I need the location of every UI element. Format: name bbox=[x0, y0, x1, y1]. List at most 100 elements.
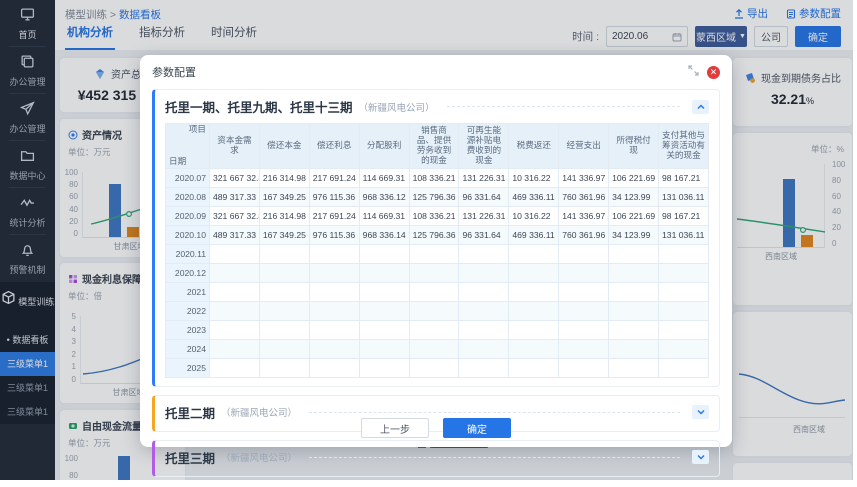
value-cell[interactable]: 125 796.36 bbox=[408, 186, 460, 207]
value-cell[interactable] bbox=[458, 357, 510, 378]
value-cell[interactable]: 217 691.24 bbox=[308, 205, 360, 226]
value-cell[interactable] bbox=[658, 319, 709, 340]
value-cell[interactable] bbox=[408, 300, 460, 321]
value-cell[interactable] bbox=[209, 243, 260, 264]
value-cell[interactable]: 125 796.36 bbox=[408, 224, 460, 245]
value-cell[interactable] bbox=[408, 281, 460, 302]
value-cell[interactable] bbox=[408, 357, 460, 378]
value-cell[interactable]: 141 336.97 bbox=[558, 167, 610, 188]
value-cell[interactable]: 114 669.31 bbox=[358, 167, 410, 188]
value-cell[interactable] bbox=[558, 243, 610, 264]
value-cell[interactable] bbox=[608, 300, 660, 321]
value-cell[interactable] bbox=[209, 319, 260, 340]
value-cell[interactable] bbox=[608, 262, 660, 283]
value-cell[interactable]: 760 361.96 bbox=[558, 186, 610, 207]
value-cell[interactable]: 141 336.97 bbox=[558, 205, 610, 226]
value-cell[interactable]: 489 317.33 bbox=[209, 224, 260, 245]
value-cell[interactable] bbox=[308, 319, 360, 340]
value-cell[interactable] bbox=[358, 300, 410, 321]
section-header[interactable]: 托里三期 （新疆风电公司） bbox=[165, 448, 709, 467]
value-cell[interactable] bbox=[308, 300, 360, 321]
value-cell[interactable] bbox=[608, 281, 660, 302]
value-cell[interactable] bbox=[658, 262, 709, 283]
previous-step-button[interactable]: 上一步 bbox=[361, 418, 429, 438]
value-cell[interactable] bbox=[209, 338, 260, 359]
value-cell[interactable] bbox=[508, 300, 560, 321]
value-cell[interactable] bbox=[458, 281, 510, 302]
value-cell[interactable]: 96 331.64 bbox=[458, 186, 510, 207]
value-cell[interactable] bbox=[308, 281, 360, 302]
value-cell[interactable] bbox=[558, 300, 610, 321]
value-cell[interactable] bbox=[508, 338, 560, 359]
value-cell[interactable] bbox=[209, 300, 260, 321]
value-cell[interactable] bbox=[458, 319, 510, 340]
value-cell[interactable]: 96 331.64 bbox=[458, 224, 510, 245]
value-cell[interactable] bbox=[358, 319, 410, 340]
value-cell[interactable]: 469 336.11 bbox=[508, 186, 560, 207]
value-cell[interactable]: 131 036.11 bbox=[658, 224, 709, 245]
value-cell[interactable]: 217 691.24 bbox=[308, 167, 360, 188]
modal-confirm-button[interactable]: 确定 bbox=[443, 418, 511, 438]
value-cell[interactable] bbox=[258, 281, 310, 302]
value-cell[interactable] bbox=[209, 281, 260, 302]
value-cell[interactable] bbox=[308, 262, 360, 283]
value-cell[interactable]: 216 314.98 bbox=[258, 167, 310, 188]
value-cell[interactable] bbox=[458, 338, 510, 359]
value-cell[interactable] bbox=[258, 357, 310, 378]
value-cell[interactable] bbox=[458, 300, 510, 321]
value-cell[interactable]: 321 667 32.89 bbox=[209, 205, 260, 226]
value-cell[interactable] bbox=[508, 281, 560, 302]
value-cell[interactable]: 34 123.99 bbox=[608, 224, 660, 245]
value-cell[interactable]: 760 361.96 bbox=[558, 224, 610, 245]
value-cell[interactable] bbox=[608, 319, 660, 340]
value-cell[interactable] bbox=[358, 338, 410, 359]
value-cell[interactable] bbox=[558, 281, 610, 302]
value-cell[interactable] bbox=[408, 338, 460, 359]
value-cell[interactable]: 216 314.98 bbox=[258, 205, 310, 226]
value-cell[interactable]: 131 226.31 bbox=[458, 167, 510, 188]
value-cell[interactable] bbox=[658, 281, 709, 302]
value-cell[interactable]: 114 669.31 bbox=[358, 205, 410, 226]
value-cell[interactable] bbox=[258, 338, 310, 359]
value-cell[interactable] bbox=[258, 319, 310, 340]
value-cell[interactable] bbox=[258, 300, 310, 321]
value-cell[interactable]: 167 349.25 bbox=[258, 186, 310, 207]
fullscreen-icon[interactable] bbox=[688, 63, 699, 81]
value-cell[interactable] bbox=[508, 357, 560, 378]
value-cell[interactable] bbox=[658, 357, 709, 378]
value-cell[interactable]: 106 221.69 bbox=[608, 167, 660, 188]
value-cell[interactable]: 98 167.21 bbox=[658, 167, 709, 188]
value-cell[interactable] bbox=[658, 300, 709, 321]
close-icon[interactable]: ✕ bbox=[707, 65, 720, 79]
chevron-down-icon[interactable] bbox=[692, 450, 709, 464]
value-cell[interactable]: 968 336.12 bbox=[358, 186, 410, 207]
value-cell[interactable] bbox=[558, 262, 610, 283]
value-cell[interactable]: 34 123.99 bbox=[608, 186, 660, 207]
value-cell[interactable]: 167 349.25 bbox=[258, 224, 310, 245]
value-cell[interactable] bbox=[658, 243, 709, 264]
value-cell[interactable] bbox=[558, 319, 610, 340]
value-cell[interactable] bbox=[308, 243, 360, 264]
value-cell[interactable]: 108 336.21 bbox=[408, 205, 460, 226]
section-header[interactable]: 托里一期、托里九期、托里十三期 （新疆风电公司） bbox=[165, 97, 709, 116]
value-cell[interactable]: 131 226.31 bbox=[458, 205, 510, 226]
value-cell[interactable]: 10 316.22 bbox=[508, 205, 560, 226]
value-cell[interactable] bbox=[608, 338, 660, 359]
value-cell[interactable] bbox=[558, 338, 610, 359]
value-cell[interactable] bbox=[358, 262, 410, 283]
value-cell[interactable] bbox=[558, 357, 610, 378]
value-cell[interactable] bbox=[408, 319, 460, 340]
value-cell[interactable]: 976 115.36 bbox=[308, 186, 360, 207]
value-cell[interactable] bbox=[608, 243, 660, 264]
value-cell[interactable] bbox=[308, 338, 360, 359]
value-cell[interactable] bbox=[608, 357, 660, 378]
value-cell[interactable] bbox=[458, 243, 510, 264]
value-cell[interactable] bbox=[508, 243, 560, 264]
value-cell[interactable]: 98 167.21 bbox=[658, 205, 709, 226]
value-cell[interactable] bbox=[258, 262, 310, 283]
value-cell[interactable] bbox=[209, 262, 260, 283]
chevron-down-icon[interactable] bbox=[692, 405, 709, 419]
value-cell[interactable] bbox=[508, 262, 560, 283]
value-cell[interactable]: 106 221.69 bbox=[608, 205, 660, 226]
value-cell[interactable]: 489 317.33 bbox=[209, 186, 260, 207]
